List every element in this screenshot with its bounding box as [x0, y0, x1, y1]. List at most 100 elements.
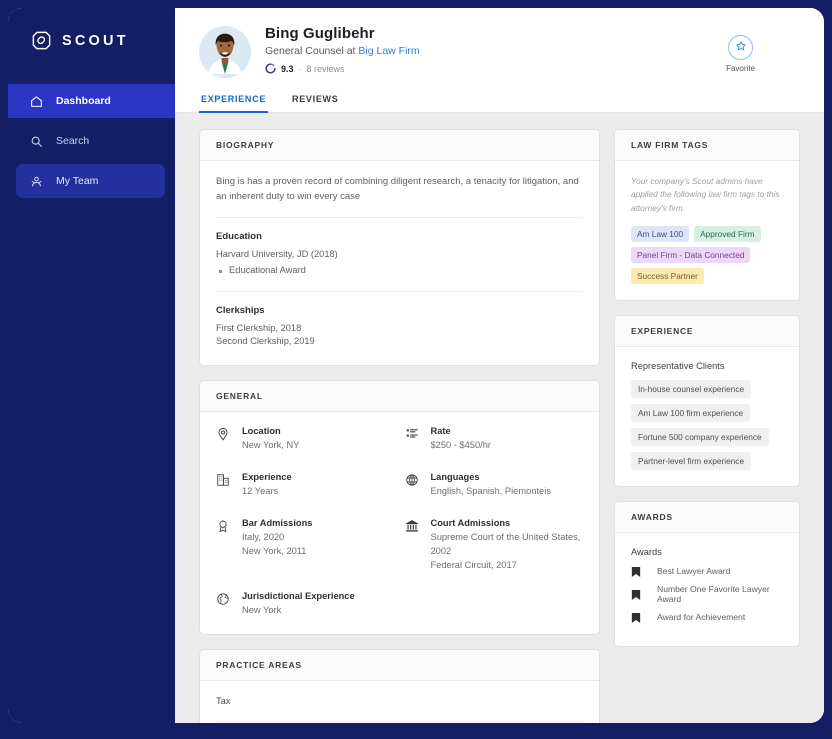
profile-header: Bing Guglibehr General Counsel at Big La…: [175, 8, 824, 78]
favorite-circle: [728, 35, 754, 60]
general-item-label: Bar Admissions: [242, 517, 313, 528]
scout-diamond-logo-icon: [30, 29, 53, 52]
bookmark-icon: [631, 588, 641, 600]
location-pin-icon: [216, 427, 230, 441]
representative-clients-heading: Representative Clients: [631, 360, 725, 371]
reviews-count: 8 reviews: [306, 63, 345, 74]
general-grid: Location New York, NY Rate $250 - $450/h…: [216, 426, 583, 619]
law-firm-tags-card: LAW FIRM TAGS Your company's Scout admin…: [614, 129, 800, 301]
general-item-label: Location: [242, 425, 281, 436]
general-item-label: Experience: [242, 471, 292, 482]
bookmark-icon: [631, 565, 641, 577]
education-heading: Education: [216, 231, 262, 243]
awards-card-title: AWARDS: [615, 501, 799, 533]
awards-card-body: Awards Best Lawyer Award Number One Favo…: [615, 533, 799, 646]
gauge-icon: [265, 63, 276, 74]
brand-logo[interactable]: SCOUT: [8, 8, 175, 52]
general-item-rate: Rate $250 - $450/hr: [405, 426, 584, 453]
general-item-jurisdictional-experience: Jurisdictional Experience New York: [216, 591, 395, 618]
clerkship-entry: First Clerkship, 2018: [216, 322, 302, 333]
status-badge[interactable]: Panel Firm - Data Connected: [631, 246, 751, 263]
profile-role-prefix: General Counsel at: [265, 45, 359, 57]
status-badge[interactable]: Success Partner: [631, 267, 704, 284]
general-item-bar-admissions: Bar Admissions Italy, 2020 New York, 201…: [216, 518, 395, 573]
award-row: Best Lawyer Award: [631, 565, 783, 577]
general-card-body: Location New York, NY Rate $250 - $450/h…: [200, 412, 599, 635]
firm-link[interactable]: Big Law Firm: [358, 45, 419, 57]
general-item-value: New York: [242, 605, 282, 616]
search-icon: [30, 135, 43, 148]
status-badge[interactable]: Am Law 100: [631, 225, 690, 242]
globe-icon: [405, 473, 419, 487]
brand-name: SCOUT: [62, 32, 129, 49]
award-row: Award for Achievement: [631, 611, 783, 623]
rate-list-icon: [405, 427, 419, 441]
general-item-experience: Experience 12 Years: [216, 472, 395, 499]
general-item-value: English, Spanish, Piemonteis: [430, 485, 551, 496]
sidebar: SCOUT Dashboard Search My Team: [8, 8, 175, 723]
favorite-label: Favorite: [726, 64, 755, 73]
experience-chip: Partner-level firm experience: [631, 451, 752, 470]
main-area: Bing Guglibehr General Counsel at Big La…: [175, 8, 824, 723]
general-item-value: $250 - $450/hr: [430, 439, 491, 450]
right-column: LAW FIRM TAGS Your company's Scout admin…: [614, 129, 800, 647]
favorite-button[interactable]: Favorite: [726, 35, 755, 73]
awards-heading: Awards: [631, 546, 662, 557]
award-row: Number One Favorite Lawyer Award: [631, 584, 783, 604]
sidebar-item-search[interactable]: Search: [8, 124, 175, 158]
sidebar-item-label: My Team: [56, 175, 99, 187]
awards-card: AWARDS Awards Best Lawyer Award Number O…: [614, 500, 800, 647]
general-item-languages: Languages English, Spanish, Piemonteis: [405, 472, 584, 499]
tag-list: Am Law 100 Approved Firm Panel Firm - Da…: [631, 225, 783, 284]
practice-areas-body: Tax Insurance Environmental, Zoning & La…: [200, 681, 599, 723]
award-label: Number One Favorite Lawyer Award: [657, 583, 770, 604]
profile-row: Bing Guglibehr General Counsel at Big La…: [199, 24, 800, 78]
general-item-label: Jurisdictional Experience: [242, 591, 355, 602]
practice-area-row: Tax: [216, 681, 583, 723]
biography-card-title: BIOGRAPHY: [200, 130, 599, 161]
tab-reviews[interactable]: REVIEWS: [290, 94, 340, 113]
sidebar-item-dashboard[interactable]: Dashboard: [8, 84, 175, 118]
law-firm-tags-card-title: LAW FIRM TAGS: [615, 130, 799, 161]
general-item-value: Supreme Court of the United States, 2002…: [430, 531, 581, 570]
tab-experience[interactable]: EXPERIENCE: [199, 94, 269, 113]
clerkship-entry: Second Clerkship, 2019: [216, 336, 315, 347]
practice-areas-card: PRACTICE AREAS Tax Insurance Environment…: [199, 649, 600, 723]
star-icon: [735, 39, 747, 57]
general-item-value: 12 Years: [242, 485, 279, 496]
experience-card-body: Representative Clients In-house counsel …: [615, 347, 799, 486]
general-item-value: Italy, 2020 New York, 2011: [242, 531, 307, 556]
general-card-title: GENERAL: [200, 380, 599, 412]
award-label: Award for Achievement: [657, 611, 746, 622]
general-item-value: New York, NY: [242, 439, 300, 450]
education-awards-list: Educational Award: [216, 264, 583, 278]
practice-areas-card-title: PRACTICE AREAS: [200, 650, 599, 682]
tab-bar: EXPERIENCE REVIEWS: [175, 94, 824, 113]
bookmark-icon: [631, 611, 641, 623]
team-icon: [30, 175, 43, 188]
status-badge[interactable]: Approved Firm: [694, 225, 761, 242]
building-icon: [216, 473, 230, 487]
globe-americas-icon: [216, 592, 230, 606]
general-item-label: Languages: [430, 471, 480, 482]
experience-card-title: EXPERIENCE: [615, 315, 799, 347]
content-area: BIOGRAPHY Bing is has a proven record of…: [175, 113, 824, 723]
courthouse-icon: [405, 519, 419, 533]
profile-info: Bing Guglibehr General Counsel at Big La…: [265, 24, 420, 74]
divider: [216, 290, 583, 292]
rating-score: 9.3: [281, 63, 294, 74]
award-ribbon-icon: [216, 519, 230, 533]
experience-chip-list: In-house counsel experience Am Law 100 f…: [631, 379, 783, 470]
experience-chip: In-house counsel experience: [631, 379, 752, 398]
sidebar-item-my-team[interactable]: My Team: [16, 164, 165, 198]
general-item-label: Rate: [430, 425, 451, 436]
profile-role: General Counsel at Big Law Firm: [265, 45, 420, 57]
practice-area-row: Insurance: [216, 722, 583, 723]
experience-chip: Am Law 100 firm experience: [631, 403, 751, 422]
sidebar-item-label: Search: [56, 135, 90, 147]
clerkships-heading: Clerkships: [216, 304, 265, 316]
experience-card: EXPERIENCE Representative Clients In-hou…: [614, 314, 800, 487]
app-window: SCOUT Dashboard Search My Team Bing Gugl…: [8, 8, 824, 723]
page-title: Bing Guglibehr: [265, 25, 375, 42]
general-card: GENERAL Location New York, NY Rate $250 …: [199, 379, 600, 636]
